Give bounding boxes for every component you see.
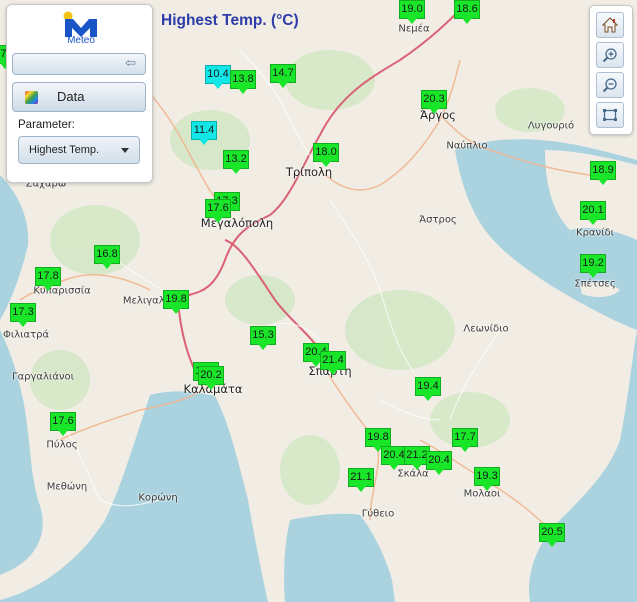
zoom-extent-button[interactable] (596, 102, 624, 128)
station-marker[interactable]: 20.5 (539, 523, 565, 547)
place-label: Λυγουριό (527, 120, 575, 132)
place-label: Μεγαλόπολη (200, 216, 274, 230)
chevron-down-icon (121, 148, 129, 153)
extent-icon (603, 109, 617, 121)
station-marker[interactable]: 20.4 (426, 451, 452, 475)
map-title: Highest Temp. (°C) (161, 12, 299, 29)
station-marker[interactable]: 13.2 (223, 150, 249, 174)
station-marker[interactable]: 13.8 (230, 70, 256, 94)
logo-text: Meteo (67, 35, 95, 46)
place-label: Γύθειο (361, 508, 395, 520)
place-label: Σκάλα (397, 468, 429, 480)
station-marker[interactable]: 17.8 (35, 267, 61, 291)
station-marker[interactable]: 10.4 (205, 65, 231, 89)
home-icon (602, 17, 618, 33)
station-marker[interactable]: 19.2 (580, 254, 606, 278)
parameter-select[interactable]: Highest Temp. (18, 136, 140, 164)
station-marker[interactable]: 20.2 (198, 366, 224, 390)
place-label: Κρανίδι (576, 227, 614, 239)
station-marker[interactable]: 18.6 (454, 0, 480, 24)
station-marker[interactable]: 18.9 (590, 161, 616, 185)
station-marker[interactable]: 17.6 (205, 199, 231, 223)
station-marker[interactable]: 17.6 (50, 412, 76, 436)
place-label: Τρίπολη (285, 165, 333, 179)
station-marker[interactable]: 19.3 (474, 467, 500, 491)
station-marker[interactable]: 21.1 (348, 468, 374, 492)
data-button-label: Data (57, 89, 85, 104)
place-label: Λεωνίδιο (463, 323, 509, 335)
palette-icon (25, 91, 38, 104)
station-marker[interactable]: 11.4 (191, 121, 217, 145)
control-panel: Meteo ⇦ Data Parameter: Highest Temp. (6, 4, 153, 183)
place-label: Γαργαλιάνοι (11, 371, 75, 383)
station-marker[interactable]: 14.7 (270, 64, 296, 88)
station-marker[interactable]: 19.4 (415, 377, 441, 401)
zoom-out-icon (602, 78, 617, 93)
station-marker[interactable]: 19.0 (399, 0, 425, 24)
place-label: Πύλος (46, 439, 78, 451)
station-marker[interactable]: 20.1 (580, 201, 606, 225)
home-button[interactable] (596, 12, 624, 38)
place-label: Νεμέα (398, 23, 430, 35)
station-marker[interactable]: 15.3 (250, 326, 276, 350)
station-marker[interactable]: 17.7 (452, 428, 478, 452)
station-marker[interactable]: 19.8 (163, 290, 189, 314)
place-label: Φιλιατρά (2, 329, 50, 341)
map-app[interactable]: Νεμέα Άργος Λυγουριό Ναύπλιο Τρίπολη Ζαχάρω Με… (0, 0, 637, 602)
place-label: Ναύπλιο (446, 140, 488, 152)
station-marker[interactable]: 19.8 (365, 428, 391, 452)
map-toolbar (589, 5, 633, 135)
station-marker[interactable]: 17.3 (10, 303, 36, 327)
zoom-in-icon (602, 48, 617, 63)
zoom-out-button[interactable] (596, 72, 624, 98)
station-marker[interactable]: 18.0 (313, 143, 339, 167)
station-marker[interactable]: 16.8 (94, 245, 120, 269)
arrow-left-icon[interactable]: ⇦ (125, 57, 136, 71)
place-label: Σπέτσες (574, 278, 616, 290)
parameter-select-value: Highest Temp. (29, 144, 100, 156)
station-marker[interactable]: 20.3 (421, 90, 447, 114)
panel-slider[interactable]: ⇦ (12, 53, 146, 75)
parameter-label: Parameter: (18, 119, 75, 131)
place-label: Κορώνη (138, 492, 178, 504)
station-marker[interactable]: 21.4 (320, 351, 346, 375)
zoom-in-button[interactable] (596, 42, 624, 68)
place-label: Κυπαρισσία (33, 285, 91, 297)
place-label: Άστρος (419, 214, 457, 226)
data-button[interactable]: Data (12, 82, 146, 112)
place-label: Μεθώνη (46, 481, 88, 493)
